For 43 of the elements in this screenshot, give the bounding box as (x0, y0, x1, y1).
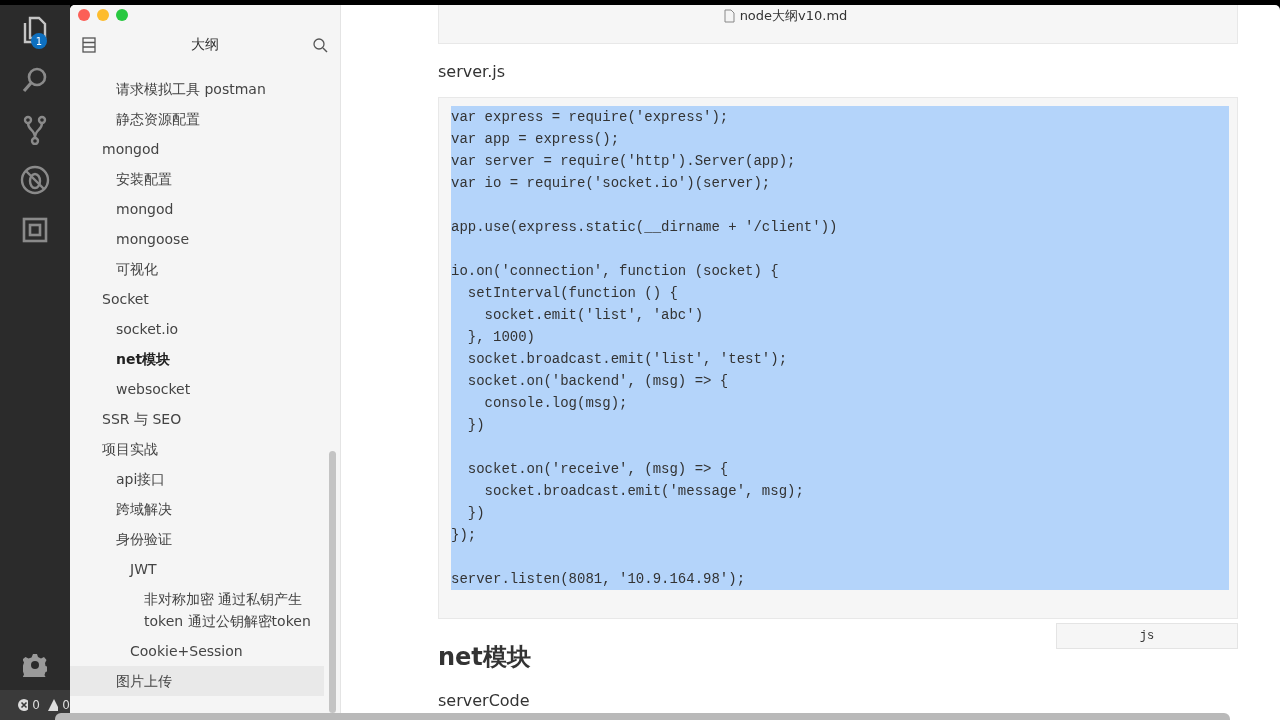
outline-item[interactable]: 请求模拟工具 postman (70, 74, 324, 104)
warning-count[interactable]: 0 (62, 698, 70, 712)
outline-item[interactable]: 可视化 (70, 254, 324, 284)
search-icon[interactable] (21, 66, 49, 94)
outline-item[interactable]: 非对称加密 通过私钥产生token 通过公钥解密token (70, 584, 324, 636)
files-icon[interactable] (22, 16, 48, 44)
language-select[interactable]: js (1056, 623, 1238, 649)
error-count[interactable]: 0 (32, 698, 40, 712)
outline-item[interactable]: 跨域解决 (70, 494, 324, 524)
paragraph: serverCode (438, 691, 531, 710)
extensions-icon[interactable] (22, 217, 48, 243)
outline-item[interactable]: SSR 与 SEO (70, 404, 324, 434)
outline-item[interactable]: api接口 (70, 464, 324, 494)
outline-item[interactable]: 项目实战 (70, 434, 324, 464)
outline-item[interactable]: Socket (70, 284, 324, 314)
outline-item[interactable]: JWT (70, 554, 324, 584)
window-title: node大纲v10.md (739, 7, 848, 25)
code-text[interactable]: var express = require('express'); var app = express(); var server = require('http').Server(app); var io = require('socket.io')(server); app.use(express.static(__dirname + '/client')) io.on('connection', function (socket) { setInterval(function () { socket.emit('list', 'abc') }, 1000) socket.broadcast.emit('list', 'test'); socket.on('backend', (msg) => { console.log(msg); }) socket.on('receive', (msg) => { socket.broadcast.emit('message', msg); }) }); server.listen(8081, '10.9.164.98'); (451, 106, 1229, 590)
error-icon (18, 699, 29, 711)
no-bug-icon[interactable] (20, 165, 50, 195)
file-icon (723, 9, 735, 23)
settings-icon[interactable] (23, 653, 47, 677)
outline-item[interactable]: Cookie+Session (70, 636, 324, 666)
scrollbar-thumb[interactable] (329, 451, 336, 713)
search-icon[interactable] (313, 37, 328, 53)
outline-item[interactable]: 身份验证 (70, 524, 324, 554)
outline-icon[interactable] (82, 37, 96, 53)
outline-item[interactable]: websocket (70, 374, 324, 404)
outline-item[interactable]: 图片上传 (70, 666, 324, 696)
outline-item[interactable]: net模块 (70, 344, 324, 374)
outline-item[interactable]: 静态资源配置 (70, 104, 324, 134)
warning-icon (48, 699, 59, 711)
heading: net模块 (438, 642, 532, 673)
paragraph: server.js (438, 62, 507, 81)
outline-item[interactable]: 安装配置 (70, 164, 324, 194)
close-button[interactable] (78, 9, 90, 21)
outline-item[interactable]: mongod (70, 134, 324, 164)
outline-item[interactable]: mongod (70, 194, 324, 224)
outline-item[interactable]: mongoose (70, 224, 324, 254)
sidebar-title: 大纲 (190, 36, 219, 54)
outline-item[interactable]: socket.io (70, 314, 324, 344)
branch-icon[interactable] (23, 115, 47, 145)
count-badge: 1 (31, 33, 47, 49)
